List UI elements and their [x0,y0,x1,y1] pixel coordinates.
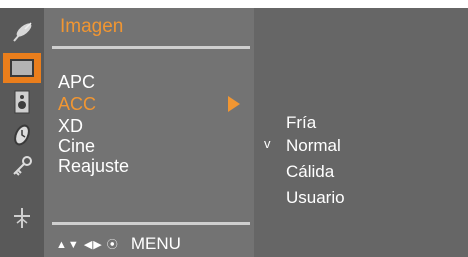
title-divider [52,46,250,49]
menu-title: Imagen [60,16,124,37]
satellite-dish-icon[interactable] [4,18,40,46]
option-usuario[interactable]: Usuario [286,188,345,208]
footer-hint: ▲▼ ◀▶ ⦿ MENU [56,234,181,254]
menu-item-xd[interactable]: XD [58,116,83,136]
option-normal[interactable]: Normal [286,136,341,156]
selected-check-icon: v [264,136,271,151]
menu-item-reajuste[interactable]: Reajuste [58,156,129,176]
plus-icon[interactable] [4,204,40,232]
menu-label: MENU [130,234,181,253]
speaker-icon[interactable] [4,88,40,116]
menu-item-cine[interactable]: Cine [58,136,95,156]
menu-item-apc[interactable]: APC [58,72,95,92]
menu-item-acc[interactable]: ACC [58,94,96,114]
picture-icon[interactable] [3,53,41,83]
option-calida[interactable]: Cálida [286,162,334,182]
key-icon[interactable] [4,153,40,181]
icon-sidebar [0,8,44,257]
submenu-panel: Fría v Normal Cálida Usuario [254,8,468,257]
footer-divider [52,222,250,225]
option-fria[interactable]: Fría [286,113,316,133]
osd-menu: Imagen APC ACC XD Cine Reajuste ▲▼ ◀▶ ⦿ … [0,8,468,257]
menu-panel: Imagen APC ACC XD Cine Reajuste ▲▼ ◀▶ ⦿ … [44,8,254,257]
clock-icon[interactable] [4,121,40,149]
submenu-arrow-icon [228,96,240,112]
navigation-arrows-icon: ▲▼ ◀▶ ⦿ [56,239,119,251]
